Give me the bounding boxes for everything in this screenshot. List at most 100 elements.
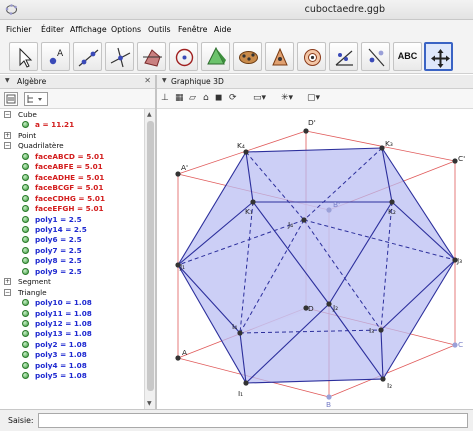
- net-tool-button[interactable]: [233, 42, 262, 71]
- point-j2[interactable]: [326, 301, 332, 307]
- close-icon[interactable]: ✕: [144, 76, 151, 85]
- menu-fichier[interactable]: Fichier: [6, 25, 31, 34]
- algebra-item[interactable]: poly9 = 2.5: [0, 267, 144, 277]
- visibility-toggle-icon[interactable]: [22, 372, 29, 380]
- visibility-toggle-icon[interactable]: [22, 225, 29, 233]
- algebra-item[interactable]: poly5 = 1.08: [0, 371, 144, 381]
- point-tool-button[interactable]: A: [41, 42, 70, 71]
- visibility-toggle-icon[interactable]: [22, 299, 29, 307]
- algebra-category[interactable]: − Cube: [0, 110, 144, 120]
- visibility-toggle-icon[interactable]: [22, 173, 29, 181]
- axes-toggle-icon[interactable]: ⊥: [161, 93, 169, 103]
- menu-outils[interactable]: Outils: [148, 25, 171, 34]
- point-k2[interactable]: [389, 199, 395, 205]
- visibility-toggle-icon[interactable]: [22, 163, 29, 171]
- visibility-toggle-icon[interactable]: [22, 351, 29, 359]
- plane-toggle-icon[interactable]: ▱: [189, 93, 196, 103]
- visibility-toggle-icon[interactable]: [22, 267, 29, 275]
- algebra-item[interactable]: faceEFGH = 5.01: [0, 204, 144, 214]
- sort-by-dropdown[interactable]: [24, 92, 48, 106]
- point-b2[interactable]: [326, 207, 332, 213]
- visibility-toggle-icon[interactable]: [22, 121, 29, 129]
- auxiliary-objects-toggle[interactable]: [4, 92, 18, 106]
- visibility-toggle-icon[interactable]: [22, 309, 29, 317]
- point-c[interactable]: [452, 342, 458, 348]
- algebra-category[interactable]: + Segment: [0, 277, 144, 287]
- algebra-item[interactable]: poly4 = 1.08: [0, 361, 144, 371]
- rotate-tool-button[interactable]: [297, 42, 326, 71]
- menu-fenetre[interactable]: Fenêtre: [178, 25, 207, 34]
- circle-tool-button[interactable]: [169, 42, 198, 71]
- visibility-toggle-icon[interactable]: [22, 340, 29, 348]
- polygon-tool-button[interactable]: [137, 42, 166, 71]
- point-k1[interactable]: [250, 199, 256, 205]
- algebra-item[interactable]: faceABCD = 5.01: [0, 152, 144, 162]
- view-direction-icon[interactable]: ▭▾: [253, 93, 266, 103]
- algebra-item[interactable]: poly14 = 2.5: [0, 225, 144, 235]
- point-k3[interactable]: [379, 145, 385, 151]
- visibility-toggle-icon[interactable]: [22, 246, 29, 254]
- algebra-item[interactable]: poly13 = 1.08: [0, 329, 144, 339]
- algebra-item[interactable]: faceCDHG = 5.01: [0, 194, 144, 204]
- move-graphics-view-tool-button[interactable]: [424, 42, 453, 71]
- visibility-toggle-icon[interactable]: [22, 194, 29, 202]
- menu-affichage[interactable]: Affichage: [70, 25, 107, 34]
- reflect-tool-button[interactable]: [361, 42, 390, 71]
- menu-aide[interactable]: Aide: [214, 25, 231, 34]
- move-tool-button[interactable]: [9, 42, 38, 71]
- algebra-item[interactable]: faceADHE = 5.01: [0, 173, 144, 183]
- menu-editer[interactable]: Éditer: [41, 25, 64, 34]
- algebra-category[interactable]: + Point: [0, 131, 144, 141]
- visibility-toggle-icon[interactable]: [22, 215, 29, 223]
- algebra-category[interactable]: − Triangle: [0, 288, 144, 298]
- algebra-item[interactable]: poly3 = 1.08: [0, 350, 144, 360]
- visibility-toggle-icon[interactable]: [22, 152, 29, 160]
- algebra-category[interactable]: − Quadrilatère: [0, 141, 144, 151]
- sphere-tool-button[interactable]: [265, 42, 294, 71]
- point-i3[interactable]: [378, 327, 384, 333]
- collapse-toggle-icon[interactable]: −: [4, 142, 11, 150]
- algebra-item[interactable]: faceABFE = 5.01: [0, 162, 144, 172]
- algebra-item[interactable]: a = 11.21: [0, 120, 144, 130]
- angle-tool-button[interactable]: [329, 42, 358, 71]
- point-d2[interactable]: [303, 128, 309, 134]
- perpendicular-line-tool-button[interactable]: [105, 42, 134, 71]
- visibility-toggle-icon[interactable]: [22, 236, 29, 244]
- grid-toggle-icon[interactable]: ▦: [175, 93, 184, 103]
- point-a[interactable]: [175, 355, 181, 361]
- text-tool-button[interactable]: ABC: [393, 42, 422, 71]
- point-j4[interactable]: [301, 217, 307, 223]
- point-i4[interactable]: [237, 330, 243, 336]
- point-i1[interactable]: [243, 380, 249, 386]
- clipping-icon[interactable]: ◼: [215, 93, 222, 103]
- point-c2[interactable]: [452, 158, 458, 164]
- scroll-up-icon[interactable]: ▲: [147, 111, 152, 118]
- point-i2[interactable]: [380, 376, 386, 382]
- algebra-item[interactable]: poly2 = 1.08: [0, 340, 144, 350]
- input-field[interactable]: [38, 413, 468, 428]
- algebra-item[interactable]: poly8 = 2.5: [0, 256, 144, 266]
- scrollbar-thumb[interactable]: [147, 121, 154, 391]
- algebra-item[interactable]: poly12 = 1.08: [0, 319, 144, 329]
- algebra-item[interactable]: poly7 = 2.5: [0, 246, 144, 256]
- line-tool-button[interactable]: [73, 42, 102, 71]
- view-in-front-of-icon[interactable]: ▢▾: [307, 93, 320, 103]
- point-a2[interactable]: [175, 171, 181, 177]
- algebra-item[interactable]: poly11 = 1.08: [0, 309, 144, 319]
- visibility-toggle-icon[interactable]: [22, 320, 29, 327]
- algebra-item[interactable]: poly1 = 2.5: [0, 215, 144, 225]
- point-b[interactable]: [326, 394, 332, 400]
- menu-options[interactable]: Options: [111, 25, 141, 34]
- algebra-vertical-scrollbar[interactable]: ▲ ▼: [144, 109, 155, 409]
- point-k4[interactable]: [243, 149, 249, 155]
- collapse-arrow-icon[interactable]: ▼: [162, 77, 167, 84]
- visibility-toggle-icon[interactable]: [22, 257, 29, 265]
- visibility-toggle-icon[interactable]: [22, 361, 29, 369]
- collapse-arrow-icon[interactable]: ▼: [5, 77, 10, 84]
- rotate-view-icon[interactable]: ⟳: [229, 93, 237, 103]
- graphics3d-canvas[interactable]: A B C D A' B' C' D' K₄ K₃ K₁ K₂ J₄ J₃ J₁ J₂ I₄ I₃ I₁ I₂: [157, 109, 473, 409]
- home-view-icon[interactable]: ⌂: [203, 93, 209, 103]
- expand-toggle-icon[interactable]: +: [4, 278, 11, 286]
- pyramid-tool-button[interactable]: [201, 42, 230, 71]
- algebra-item[interactable]: poly6 = 2.5: [0, 235, 144, 245]
